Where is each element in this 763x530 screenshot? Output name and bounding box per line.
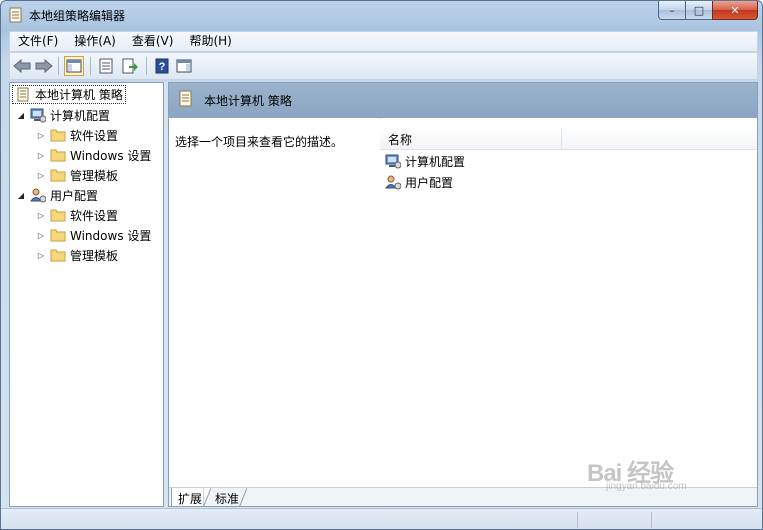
collapse-arrow-icon[interactable]: ◢ xyxy=(16,191,26,200)
folder-icon xyxy=(50,147,66,163)
tree-node-windows-settings[interactable]: ▷ Windows 设置 xyxy=(36,225,151,245)
toolbar: ? xyxy=(9,53,758,80)
title-bar[interactable]: 本地组策略编辑器 – □ ✕ xyxy=(1,1,762,29)
folder-icon xyxy=(50,167,66,183)
properties-icon[interactable] xyxy=(96,56,116,76)
tree-node-admin-templates[interactable]: ▷ 管理模板 xyxy=(36,245,118,265)
user-config-icon xyxy=(30,187,46,203)
tree-node-label: Windows 设置 xyxy=(70,228,152,243)
menu-bar: 文件(F) 操作(A) 查看(V) 帮助(H) xyxy=(9,31,758,52)
tree-node-admin-templates[interactable]: ▷ 管理模板 xyxy=(36,165,118,185)
details-header-title: 本地计算机 策略 xyxy=(204,94,292,108)
list-item-label: 用户配置 xyxy=(405,175,454,190)
list-item-computer-config[interactable]: 计算机配置 xyxy=(385,151,465,171)
description-text: 选择一个项目来查看它的描述。 xyxy=(175,135,344,149)
tree-node-label: 软件设置 xyxy=(70,208,119,223)
minimize-button[interactable]: – xyxy=(658,1,686,20)
column-header-row: 名称 xyxy=(380,128,757,150)
column-divider[interactable] xyxy=(561,128,562,150)
export-list-icon[interactable] xyxy=(120,56,140,76)
svg-text:?: ? xyxy=(159,61,166,73)
tree-root-label: 本地计算机 策略 xyxy=(35,88,123,102)
tree-node-software-settings[interactable]: ▷ 软件设置 xyxy=(36,205,118,225)
policy-document-icon xyxy=(9,7,23,23)
tree-node-software-settings[interactable]: ▷ 软件设置 xyxy=(36,125,118,145)
tree-node-label: 计算机配置 xyxy=(50,108,111,123)
status-bar xyxy=(1,508,762,529)
tree-node-computer-config[interactable]: ◢ 计算机配置 xyxy=(16,105,110,125)
tree-root-local-computer-policy[interactable]: 本地计算机 策略 xyxy=(12,85,126,104)
computer-config-icon xyxy=(30,107,46,123)
menu-action[interactable]: 操作(A) xyxy=(66,32,124,51)
toolbar-separator xyxy=(58,57,59,75)
folder-icon xyxy=(50,227,66,243)
main-window: 本地组策略编辑器 – □ ✕ 文件(F) 操作(A) 查看(V) 帮助(H) ? xyxy=(0,0,763,530)
list-item-user-config[interactable]: 用户配置 xyxy=(385,172,453,192)
status-separator xyxy=(651,512,652,528)
computer-config-icon xyxy=(385,153,401,169)
forward-arrow-icon[interactable] xyxy=(34,56,54,76)
menu-file[interactable]: 文件(F) xyxy=(10,32,66,51)
console-tree-pane[interactable]: 本地计算机 策略 ◢ 计算机配置 ▷ 软件设置 ▷ Windows 设置 ▷ 管… xyxy=(9,82,164,507)
show-hide-console-tree-icon[interactable] xyxy=(64,56,84,76)
status-separator xyxy=(577,512,578,528)
folder-icon xyxy=(50,247,66,263)
toolbar-separator xyxy=(146,57,147,75)
tree-node-label: Windows 设置 xyxy=(70,148,152,163)
expand-arrow-icon[interactable]: ▷ xyxy=(36,231,46,240)
details-pane: 本地计算机 策略 选择一个项目来查看它的描述。 名称 计算机配置 用户配置 扩展… xyxy=(168,82,758,507)
menu-view[interactable]: 查看(V) xyxy=(124,32,182,51)
tree-node-label: 管理模板 xyxy=(70,168,119,183)
window-title: 本地组策略编辑器 xyxy=(29,9,126,23)
list-item-label: 计算机配置 xyxy=(405,154,466,169)
expand-arrow-icon[interactable]: ▷ xyxy=(36,171,46,180)
close-button[interactable]: ✕ xyxy=(712,1,758,20)
collapse-arrow-icon[interactable]: ◢ xyxy=(16,111,26,120)
expand-arrow-icon[interactable]: ▷ xyxy=(36,151,46,160)
details-header: 本地计算机 策略 xyxy=(169,83,757,118)
folder-icon xyxy=(50,127,66,143)
tree-node-user-config[interactable]: ◢ 用户配置 xyxy=(16,185,98,205)
menu-help[interactable]: 帮助(H) xyxy=(181,32,239,51)
column-header-name[interactable]: 名称 xyxy=(388,131,412,148)
tree-node-label: 管理模板 xyxy=(70,248,119,263)
tab-edge xyxy=(239,488,247,506)
baidu-watermark-url: jingyan.baidu.com xyxy=(606,481,687,492)
expand-arrow-icon[interactable]: ▷ xyxy=(36,131,46,140)
user-config-icon xyxy=(385,174,401,190)
back-arrow-icon[interactable] xyxy=(12,56,32,76)
folder-icon xyxy=(50,207,66,223)
tree-node-label: 用户配置 xyxy=(50,188,99,203)
tree-node-windows-settings[interactable]: ▷ Windows 设置 xyxy=(36,145,151,165)
help-icon[interactable]: ? xyxy=(152,56,172,76)
tree-node-label: 软件设置 xyxy=(70,128,119,143)
maximize-button[interactable]: □ xyxy=(685,1,713,20)
policy-document-icon xyxy=(15,87,31,103)
expand-arrow-icon[interactable]: ▷ xyxy=(36,251,46,260)
show-action-pane-icon[interactable] xyxy=(174,56,194,76)
expand-arrow-icon[interactable]: ▷ xyxy=(36,211,46,220)
toolbar-separator xyxy=(90,57,91,75)
policy-document-icon xyxy=(179,90,193,110)
